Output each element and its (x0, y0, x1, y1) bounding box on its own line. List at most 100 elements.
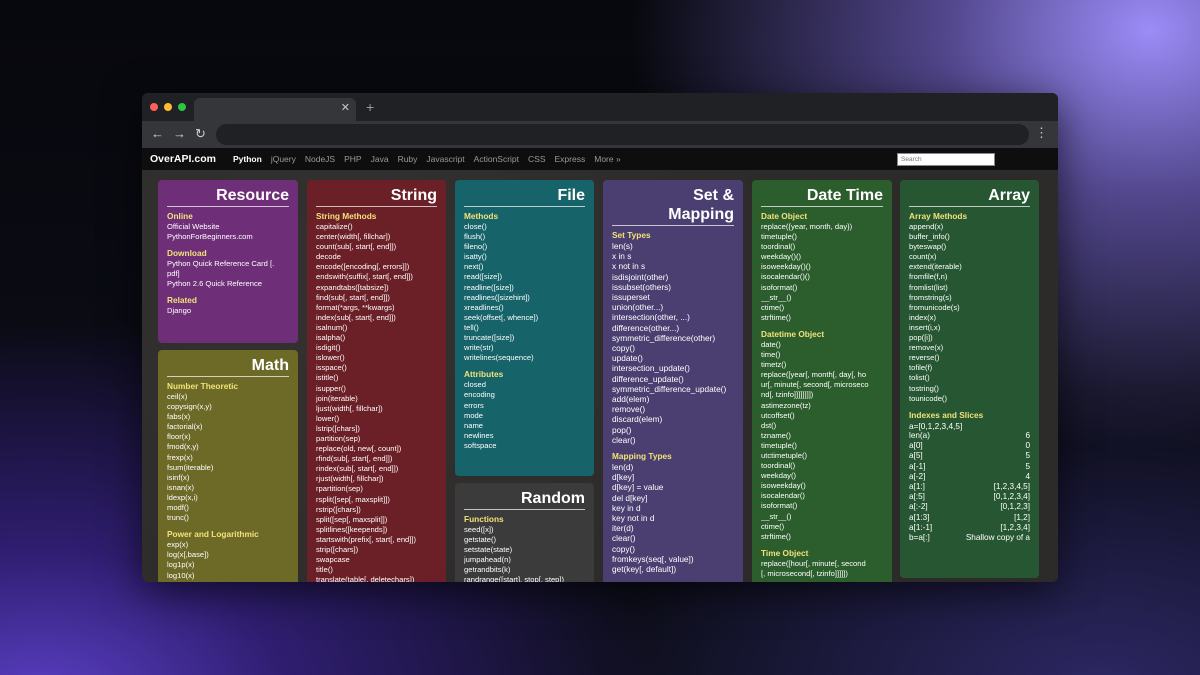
list-item[interactable]: tell() (464, 323, 585, 333)
list-item[interactable]: tofile(f) (909, 363, 1030, 373)
list-item[interactable]: rsplit([sep[, maxsplit]]) (316, 495, 437, 505)
list-item[interactable]: swapcase (316, 555, 437, 565)
list-item[interactable]: rjust(width[, fillchar]) (316, 474, 437, 484)
list-item[interactable]: getstate() (464, 535, 585, 545)
list-item[interactable]: fabs(x) (167, 412, 289, 422)
list-item[interactable]: isdisjoint(other) (612, 272, 734, 282)
list-item[interactable]: isatty() (464, 252, 585, 262)
list-item[interactable]: write(str) (464, 343, 585, 353)
list-item[interactable]: mode (464, 411, 585, 421)
list-item[interactable]: __str__() (761, 293, 883, 303)
list-item[interactable]: clear() (612, 435, 734, 445)
list-item[interactable]: ctime() (761, 522, 883, 532)
list-item[interactable]: discard(elem) (612, 414, 734, 424)
list-item[interactable]: difference_update() (612, 374, 734, 384)
list-item[interactable]: read([size]) (464, 272, 585, 282)
browser-tab[interactable]: ✕ (194, 98, 356, 121)
list-item[interactable]: rstrip([chars]) (316, 505, 437, 515)
nav-link-php[interactable]: PHP (344, 154, 361, 164)
list-item[interactable]: utcoffset() (761, 411, 883, 421)
list-item[interactable]: tounicode() (909, 394, 1030, 404)
list-item[interactable]: strip([chars]) (316, 545, 437, 555)
list-item[interactable]: replace({year, month, day}) (761, 222, 883, 232)
list-item[interactable]: isoweekday()() (761, 262, 883, 272)
list-item[interactable]: [, microsecond[, tzinfo]]]]]) (761, 569, 883, 579)
list-item[interactable]: ctime() (761, 303, 883, 313)
list-item[interactable]: __str__() (761, 512, 883, 522)
list-item[interactable]: d[key] (612, 472, 734, 482)
list-item[interactable]: len(d) (612, 462, 734, 472)
list-item[interactable]: x in s (612, 251, 734, 261)
list-item[interactable]: isinf(x) (167, 473, 289, 483)
reload-icon[interactable]: ↻ (195, 125, 206, 143)
list-item[interactable]: intersection_update() (612, 363, 734, 373)
list-item[interactable]: fromlist(list) (909, 283, 1030, 293)
list-item[interactable]: writelines(sequence) (464, 353, 585, 363)
new-tab-button[interactable]: + (366, 99, 374, 115)
list-item[interactable]: fmod(x,y) (167, 442, 289, 452)
list-item[interactable]: log1p(x) (167, 560, 289, 570)
list-item[interactable]: add(elem) (612, 394, 734, 404)
list-item[interactable]: len(s) (612, 241, 734, 251)
list-item[interactable]: modf() (167, 503, 289, 513)
list-item[interactable]: readline([size]) (464, 283, 585, 293)
list-item[interactable]: seek(offset[, whence]) (464, 313, 585, 323)
list-item[interactable]: encoding (464, 390, 585, 400)
list-item[interactable]: endswith(suffix[, start[, end]]) (316, 272, 437, 282)
list-item[interactable]: rindex(sub[, start[, end]]) (316, 464, 437, 474)
nav-link-java[interactable]: Java (371, 154, 389, 164)
list-item[interactable]: frexp(x) (167, 453, 289, 463)
list-item[interactable]: Python Quick Reference Card [. (167, 259, 289, 269)
list-item[interactable]: format(*args, **kwargs) (316, 303, 437, 313)
list-item[interactable]: pop() (612, 425, 734, 435)
list-item[interactable]: factorial(x) (167, 422, 289, 432)
list-item[interactable]: count(x) (909, 252, 1030, 262)
list-item[interactable]: timetuple() (761, 441, 883, 451)
list-item[interactable]: extend(iterable) (909, 262, 1030, 272)
list-item[interactable]: intersection(other, ...) (612, 312, 734, 322)
list-item[interactable]: join(iterable) (316, 394, 437, 404)
list-item[interactable]: lower() (316, 414, 437, 424)
close-window-button[interactable] (150, 103, 158, 111)
list-item[interactable]: isoformat() (761, 501, 883, 511)
nav-link-more[interactable]: More » (594, 154, 620, 164)
list-item[interactable]: xreadlines() (464, 303, 585, 313)
list-item[interactable]: insert(i,x) (909, 323, 1030, 333)
list-item[interactable]: softspace (464, 441, 585, 451)
list-item[interactable]: nd[, tzinfo]]]]]]]]) (761, 390, 883, 400)
list-item[interactable]: Python 2.6 Quick Reference (167, 279, 289, 289)
list-item[interactable]: expandtabs([tabsize]) (316, 283, 437, 293)
list-item[interactable]: floor(x) (167, 432, 289, 442)
list-item[interactable]: fromfile(f,n) (909, 272, 1030, 282)
nav-link-javascript[interactable]: Javascript (426, 154, 464, 164)
list-item[interactable]: d[key] = value (612, 482, 734, 492)
list-item[interactable]: seed([x]) (464, 525, 585, 535)
list-item[interactable]: exp(x) (167, 540, 289, 550)
list-item[interactable]: find(sub[, start[, end]]) (316, 293, 437, 303)
list-item[interactable]: next() (464, 262, 585, 272)
list-item[interactable]: tzname() (761, 431, 883, 441)
list-item[interactable]: isocalendar() (761, 491, 883, 501)
address-bar[interactable] (216, 124, 1029, 145)
list-item[interactable]: issubset(others) (612, 282, 734, 292)
list-item[interactable]: ldexp(x,i) (167, 493, 289, 503)
list-item[interactable]: timetz() (761, 360, 883, 370)
list-item[interactable]: partition(sep) (316, 434, 437, 444)
tab-close-icon[interactable]: ✕ (341, 101, 350, 114)
list-item[interactable]: append(x) (909, 222, 1030, 232)
list-item[interactable]: count(sub[, start[, end]]) (316, 242, 437, 252)
list-item[interactable]: getrandbits(k) (464, 565, 585, 575)
list-item[interactable]: fromkeys(seq[, value]) (612, 554, 734, 564)
list-item[interactable]: dst() (761, 421, 883, 431)
list-item[interactable]: strftime() (761, 532, 883, 542)
list-item[interactable]: readlines([sizehint]) (464, 293, 585, 303)
list-item[interactable]: setstate(state) (464, 545, 585, 555)
list-item[interactable]: date() (761, 340, 883, 350)
list-item[interactable]: isspace() (316, 363, 437, 373)
list-item[interactable]: ur[, minute[, second[, microseco (761, 380, 883, 390)
list-item[interactable]: isocalendar()() (761, 272, 883, 282)
list-item[interactable]: fromunicode(s) (909, 303, 1030, 313)
list-item[interactable]: toordinal() (761, 242, 883, 252)
list-item[interactable]: PythonForBeginners.com (167, 232, 289, 242)
list-item[interactable]: truncate([size]) (464, 333, 585, 343)
